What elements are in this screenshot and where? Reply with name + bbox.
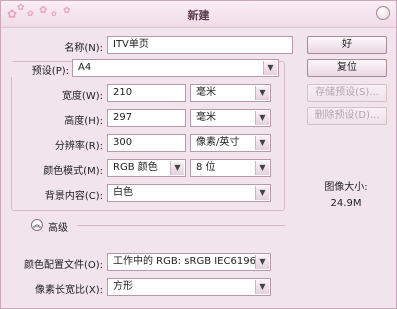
width-unit-select[interactable]: 毫米 ▼: [190, 84, 271, 102]
height-label: 高度(H):: [64, 116, 103, 127]
chevron-down-icon: ▼: [170, 161, 184, 175]
chevron-down-icon: ▼: [255, 136, 269, 150]
background-value: 白色: [113, 187, 133, 198]
resolution-unit-value: 像素/英寸: [196, 137, 240, 148]
color-mode-label: 颜色模式(M):: [43, 166, 103, 177]
resolution-label: 分辨率(R):: [54, 141, 103, 152]
advanced-label: 高级: [48, 223, 68, 234]
collapse-advanced-icon[interactable]: ︽: [31, 219, 43, 231]
color-profile-label: 颜色配置文件(O):: [23, 260, 103, 271]
color-mode-select[interactable]: RGB 颜色 ▼: [107, 159, 186, 177]
pixel-aspect-label: 像素长宽比(X):: [34, 285, 103, 296]
preset-select[interactable]: A4 ▼: [72, 59, 279, 77]
color-profile-value: 工作中的 RGB: sRGB IEC6196...: [113, 256, 266, 267]
bit-depth-select[interactable]: 8 位 ▼: [190, 159, 271, 177]
background-label: 背景内容(C):: [44, 191, 103, 202]
height-unit-select[interactable]: 毫米 ▼: [190, 109, 271, 127]
image-size-label: 图像大小:: [324, 182, 368, 193]
background-select[interactable]: 白色 ▼: [107, 184, 271, 202]
height-input[interactable]: 297: [107, 109, 186, 127]
image-size-value: 24.9M: [330, 198, 362, 209]
name-label: 名称(N):: [64, 43, 103, 54]
width-label: 宽度(W):: [61, 91, 103, 102]
preset-label: 预设(P):: [11, 62, 69, 77]
new-document-dialog: ✿ ✿ ✿ ✿ ✿ ✿ 新建 名称(N): ITV单页 预设(P): A4 ▼ 宽度(W)…: [0, 0, 397, 309]
chevron-down-icon: ▼: [255, 255, 269, 269]
close-icon[interactable]: [376, 6, 390, 20]
chevron-down-icon: ▼: [255, 186, 269, 200]
bit-depth-value: 8 位: [196, 162, 216, 173]
name-input[interactable]: ITV单页: [107, 36, 293, 54]
chevron-down-icon: ▼: [255, 161, 269, 175]
color-mode-value: RGB 颜色: [113, 162, 158, 173]
pixel-aspect-select[interactable]: 方形 ▼: [107, 278, 271, 296]
width-input[interactable]: 210: [107, 84, 186, 102]
chevron-down-icon: ▼: [255, 86, 269, 100]
advanced-divider: [77, 225, 285, 226]
height-unit-value: 毫米: [196, 112, 216, 123]
dialog-title: 新建: [187, 9, 210, 22]
chevron-down-icon: ▼: [263, 61, 277, 75]
title-bar: ✿ ✿ ✿ ✿ ✿ ✿ 新建: [1, 1, 396, 28]
reset-button[interactable]: 复位: [307, 59, 387, 77]
chevron-down-icon: ▼: [255, 111, 269, 125]
resolution-input[interactable]: 300: [107, 134, 186, 152]
delete-preset-button[interactable]: 删除预设(D)...: [307, 107, 387, 125]
width-unit-value: 毫米: [196, 87, 216, 98]
save-preset-button[interactable]: 存储预设(S)...: [307, 84, 387, 102]
pixel-aspect-value: 方形: [113, 281, 133, 292]
chevron-down-icon: ▼: [255, 280, 269, 294]
ok-button[interactable]: 好: [307, 36, 387, 54]
preset-value: A4: [78, 62, 92, 73]
color-profile-select[interactable]: 工作中的 RGB: sRGB IEC6196... ▼: [107, 253, 271, 271]
resolution-unit-select[interactable]: 像素/英寸 ▼: [190, 134, 271, 152]
